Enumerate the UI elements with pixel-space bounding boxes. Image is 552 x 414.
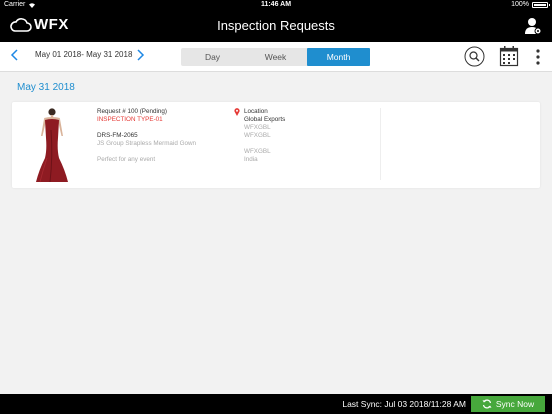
style-name: JS Group Strapless Mermaid Gown — [97, 140, 197, 147]
battery-indicator: 100% — [511, 0, 550, 10]
status-time: 11:46 AM — [260, 1, 292, 8]
sync-now-button[interactable]: Sync Now — [471, 396, 545, 412]
location-code-2: WFXGBL — [244, 132, 271, 139]
card-divider — [380, 108, 381, 180]
segment-day[interactable]: Day — [181, 48, 244, 66]
status-bar: Carrier 11:46 AM 100% — [0, 0, 552, 10]
product-image — [29, 106, 73, 184]
page-title: Inspection Requests — [217, 18, 335, 33]
style-description: Perfect for any event — [97, 156, 156, 163]
sync-footer: Last Sync: Jul 03 2018/11:28 AM Sync Now — [0, 394, 552, 414]
location-label-row: Location — [234, 108, 285, 116]
section-date-header: May 31 2018 — [17, 82, 75, 93]
location-label: Location — [244, 108, 268, 115]
previous-period-button[interactable] — [10, 49, 18, 64]
chevron-left-icon — [10, 49, 18, 61]
calendar-icon[interactable] — [499, 45, 519, 67]
view-segmented-control: Day Week Month — [181, 48, 370, 66]
last-sync-label: Last Sync: Jul 03 2018/11:28 AM — [342, 399, 466, 409]
style-code: DRS-FM-2065 — [97, 132, 138, 139]
chevron-right-icon — [137, 49, 145, 61]
user-settings-icon[interactable] — [524, 17, 542, 35]
request-number: Request # 100 (Pending) — [97, 108, 168, 115]
nav-bar: WFX Inspection Requests — [0, 10, 552, 42]
request-details: Request # 100 (Pending) INSPECTION TYPE-… — [97, 108, 196, 164]
sync-icon — [482, 399, 492, 409]
search-icon[interactable] — [464, 46, 485, 67]
battery-percent: 100% — [511, 1, 529, 8]
inspection-request-card[interactable]: Request # 100 (Pending) INSPECTION TYPE-… — [12, 102, 540, 188]
location-pin-icon — [234, 108, 240, 116]
location-country: India — [244, 156, 258, 163]
segment-week[interactable]: Week — [244, 48, 307, 66]
inspection-type: INSPECTION TYPE-01 — [97, 116, 163, 123]
date-range-label: May 01 2018- May 31 2018 — [35, 50, 133, 59]
date-toolbar: May 01 2018- May 31 2018 Day Week Month — [0, 42, 552, 72]
location-code-3: WFXGBL — [244, 148, 271, 155]
location-details: Location Global Exports WFXGBL WFXGBL WF… — [234, 108, 285, 164]
location-name: Global Exports — [244, 116, 286, 123]
more-options-icon[interactable] — [535, 48, 541, 66]
location-code-1: WFXGBL — [244, 124, 271, 131]
next-period-button[interactable] — [137, 49, 145, 64]
segment-month[interactable]: Month — [307, 48, 370, 66]
battery-icon — [532, 2, 550, 8]
sync-now-label: Sync Now — [495, 399, 535, 409]
